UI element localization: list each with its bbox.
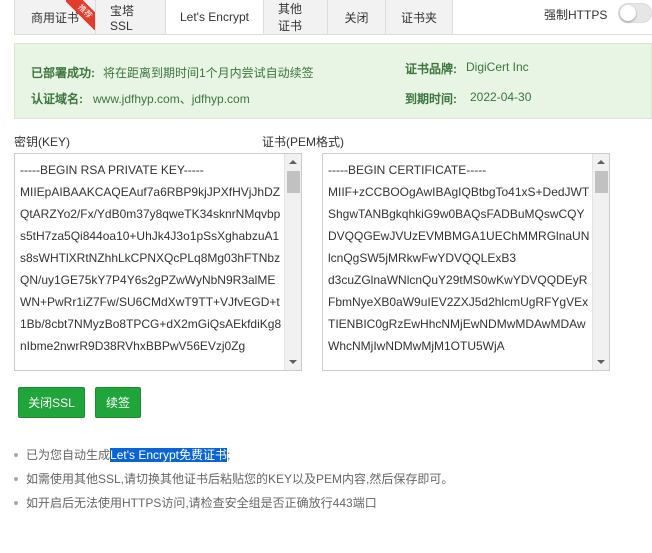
brand-value: DigiCert Inc bbox=[466, 60, 529, 74]
tip-item: 如开启后无法使用HTTPS访问,请检查安全组是否正确放行443端口 bbox=[14, 493, 644, 517]
tip-item: 如需使用其他SSL,请切换其他证书后粘贴您的KEY以及PEM内容,然后保存即可。 bbox=[14, 469, 644, 493]
deployed-value: 将在距离到期时间1个月内尝试自动续签 bbox=[103, 66, 314, 80]
key-label: 密钥(KEY) bbox=[14, 135, 71, 149]
key-content: -----BEGIN RSA PRIVATE KEY----- MIIEpAIB… bbox=[20, 163, 282, 353]
bullet-dot-icon bbox=[14, 501, 18, 505]
force-https-label: 强制HTTPS bbox=[544, 8, 608, 22]
cert-content: -----BEGIN CERTIFICATE----- MIIF+zCCBOOg… bbox=[328, 163, 590, 353]
tab-label: 商用证书 bbox=[30, 10, 79, 25]
brand-label: 证书品牌: bbox=[405, 62, 457, 76]
cert-scrollbar[interactable] bbox=[592, 154, 609, 370]
expire-value: 2022-04-30 bbox=[470, 90, 532, 104]
tip-text: 如需使用其他SSL,请切换其他证书后粘贴您的KEY以及PEM内容,然后保存即可。 bbox=[26, 472, 454, 486]
scroll-down-arrow-icon[interactable] bbox=[593, 354, 609, 370]
scroll-up-arrow-icon[interactable] bbox=[593, 154, 609, 170]
toggle-knob bbox=[620, 5, 636, 21]
tab-lets-encrypt[interactable]: Let's Encrypt bbox=[165, 0, 264, 35]
deployed-label: 已部署成功: bbox=[31, 66, 95, 80]
tab-label: 关闭 bbox=[344, 10, 369, 25]
renew-button[interactable]: 续签 bbox=[95, 387, 141, 418]
tip-text: 如开启后无法使用HTTPS访问,请检查安全组是否正确放行443端口 bbox=[26, 496, 377, 510]
tip-text-suffix: ; bbox=[227, 448, 231, 462]
scroll-down-arrow-icon[interactable] bbox=[285, 354, 301, 370]
domain-label: 认证域名: bbox=[31, 92, 83, 106]
tab-bt-ssl[interactable]: 宝塔SSL bbox=[95, 0, 166, 35]
key-textarea[interactable]: -----BEGIN RSA PRIVATE KEY----- MIIEpAIB… bbox=[14, 153, 302, 371]
ssl-tab-bar: 商用证书 推荐 宝塔SSL Let's Encrypt 其他证书 关闭 证书夹 bbox=[14, 0, 453, 35]
tab-divider bbox=[14, 34, 652, 35]
tip-item: 已为您自动生成Let's Encrypt免费证书; bbox=[14, 445, 644, 469]
tip-text: 已为您自动生成 bbox=[26, 448, 111, 462]
tab-commercial-cert[interactable]: 商用证书 推荐 bbox=[14, 0, 96, 35]
tip-highlight-text: Let's Encrypt免费证书 bbox=[110, 448, 228, 462]
tab-label: 宝塔SSL bbox=[110, 3, 135, 33]
scroll-thumb[interactable] bbox=[287, 171, 300, 193]
scroll-up-arrow-icon[interactable] bbox=[285, 154, 301, 170]
cert-info-panel: 已部署成功: 将在距离到期时间1个月内尝试自动续签 证书品牌: DigiCert… bbox=[14, 43, 652, 119]
scroll-thumb[interactable] bbox=[595, 171, 608, 193]
tab-cert-folder[interactable]: 证书夹 bbox=[385, 0, 453, 35]
bullet-dot-icon bbox=[14, 477, 18, 481]
domain-value: www.jdfhyp.com、jdfhyp.com bbox=[93, 92, 250, 106]
tab-label: 证书夹 bbox=[400, 10, 437, 25]
tab-other-cert[interactable]: 其他证书 bbox=[263, 0, 328, 35]
cert-label: 证书(PEM格式) bbox=[262, 135, 344, 149]
tab-label: 其他证书 bbox=[278, 2, 303, 33]
close-ssl-button[interactable]: 关闭SSL bbox=[18, 387, 85, 418]
tab-close[interactable]: 关闭 bbox=[327, 0, 386, 35]
key-scrollbar[interactable] bbox=[284, 154, 301, 370]
bullet-dot-icon bbox=[14, 453, 18, 457]
tips-list: 已为您自动生成Let's Encrypt免费证书; 如需使用其他SSL,请切换其… bbox=[14, 445, 644, 517]
expire-label: 到期时间: bbox=[405, 92, 457, 106]
force-https-toggle[interactable] bbox=[618, 3, 652, 23]
cert-textarea[interactable]: -----BEGIN CERTIFICATE----- MIIF+zCCBOOg… bbox=[322, 153, 610, 371]
tab-label: Let's Encrypt bbox=[180, 10, 249, 24]
